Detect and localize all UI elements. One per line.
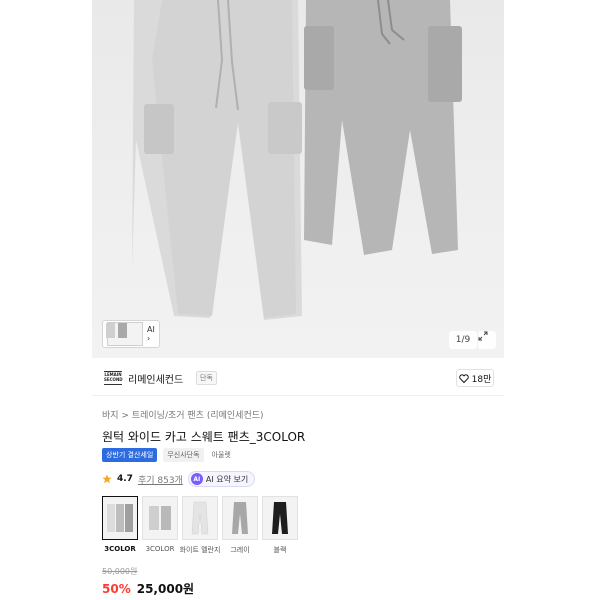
ai-summary-label: AI 요약 보기 (205, 474, 249, 484)
exclusive-tag: 단독 (196, 371, 217, 385)
option-image (262, 496, 298, 540)
option-3color-flat[interactable]: 3COLOR (142, 496, 178, 555)
price-row: 50% 25,000원 (102, 580, 194, 597)
option-label: 3COLOR (145, 545, 175, 553)
brand-logo[interactable]: LEMAIN SECOND (104, 371, 123, 385)
product-card: AI › 1/9 LEMAIN SECOND 리메인세컨드 단독 18만 바지 … (92, 0, 504, 600)
like-button[interactable]: 18만 (456, 369, 494, 387)
pants-white-icon (191, 501, 209, 535)
discount-rate: 50% (102, 582, 131, 596)
option-white-melange[interactable]: 화이트 멜란지 (179, 496, 221, 555)
product-title: 원턱 와이드 카고 스웨트 팬츠_3COLOR (102, 430, 306, 444)
star-icon (102, 474, 112, 484)
color-options: 3COLOR 3COLOR 화이트 멜란지 그레이 블랙 (102, 496, 298, 555)
product-image-gallery[interactable]: AI › 1/9 (92, 0, 504, 358)
product-photo (132, 0, 462, 320)
heart-icon (458, 373, 469, 383)
sale-price: 25,000원 (136, 582, 195, 596)
thumbnail-image (106, 322, 143, 346)
breadcrumb[interactable]: 바지 > 트레이닝/조거 팬츠 (리메인세컨드) (102, 408, 264, 421)
pants-gray-icon (232, 502, 248, 534)
option-3color-all[interactable]: 3COLOR (102, 496, 138, 555)
option-label: 그레이 (230, 546, 250, 554)
ai-label: AI (147, 325, 155, 334)
ai-summary-button[interactable]: AI AI 요약 보기 (187, 471, 256, 487)
review-link[interactable]: 후기 853개 (138, 473, 183, 486)
brand-row: LEMAIN SECOND 리메인세컨드 단독 18만 (92, 360, 504, 396)
ai-thumbnail-label: AI › (147, 325, 155, 343)
pants-flat-icon (149, 506, 171, 530)
pants-thumbnail-icon (106, 323, 127, 338)
option-image (142, 496, 178, 540)
ai-thumbnail-button[interactable]: AI › (102, 320, 160, 348)
option-black[interactable]: 블랙 (262, 496, 298, 555)
option-label: 3COLOR (104, 545, 136, 553)
option-label: 화이트 멜란지 (179, 546, 221, 554)
badge-row: 상반기 결산세일 무신사단독 아울렛 (102, 448, 233, 462)
rating-row: 4.7 후기 853개 AI AI 요약 보기 (102, 471, 256, 487)
pants-black-icon (272, 502, 288, 534)
image-counter: 1/9 (449, 331, 477, 349)
exclusive-badge: 무신사단독 (163, 448, 204, 462)
original-price: 50,000원 (102, 567, 138, 576)
option-image (222, 496, 258, 540)
pants-group-icon (107, 504, 133, 532)
chevron-right-icon: › (147, 334, 151, 343)
expand-icon (478, 331, 488, 341)
sale-badge: 상반기 결산세일 (102, 448, 158, 462)
like-count: 18만 (471, 374, 492, 385)
outlet-badge: 아울렛 (211, 451, 231, 459)
expand-button[interactable] (478, 331, 496, 349)
option-label: 블랙 (273, 546, 287, 554)
rating-value: 4.7 (117, 474, 133, 484)
option-gray[interactable]: 그레이 (222, 496, 258, 555)
ai-icon: AI (190, 473, 203, 485)
option-image (102, 496, 138, 540)
brand-name[interactable]: 리메인세컨드 (128, 371, 183, 386)
option-image (182, 496, 218, 540)
